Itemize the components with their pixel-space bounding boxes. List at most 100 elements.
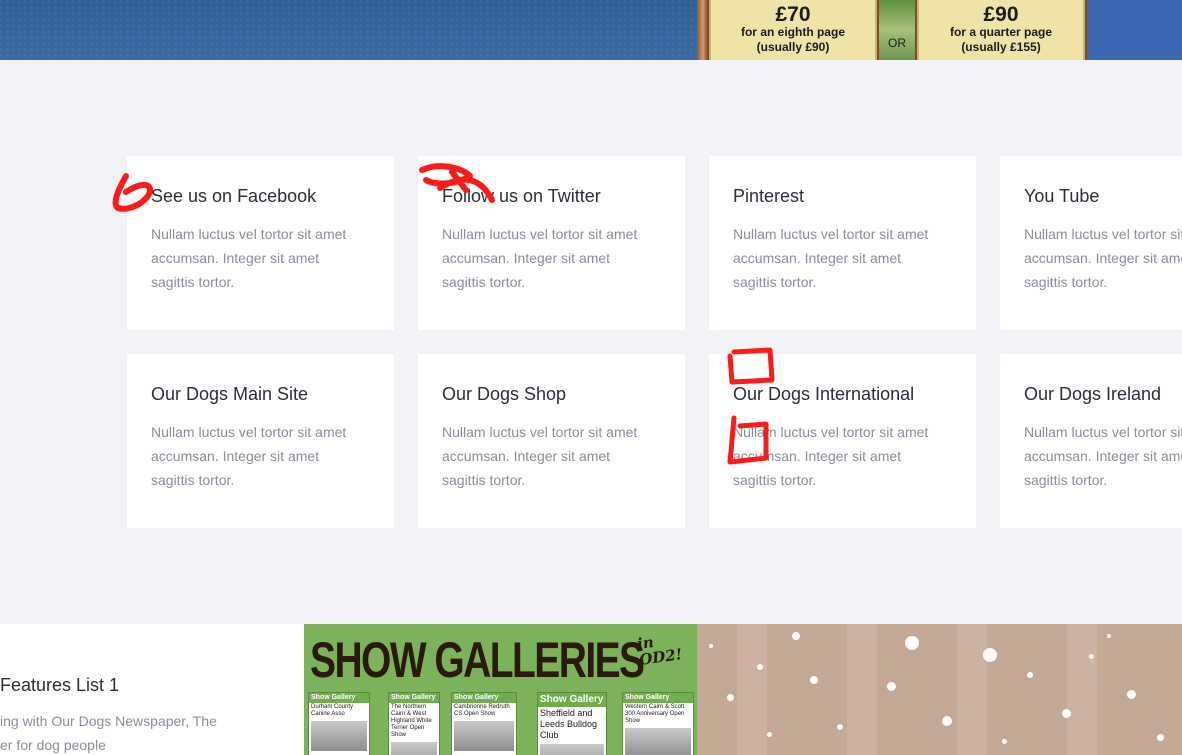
gallery-page-thumb: Show Gallery The Northern Cairn & West H… bbox=[388, 692, 440, 755]
card-title: See us on Facebook bbox=[151, 186, 317, 206]
card-text-line: accumsan. Integer sit amet bbox=[151, 448, 320, 464]
gallery-photo bbox=[311, 721, 367, 751]
gallery-photo bbox=[540, 744, 604, 755]
card-title: Our Dogs Main Site bbox=[151, 384, 309, 404]
offer-quarter-price: £90 bbox=[983, 3, 1019, 26]
card-text-line: Nullam luctus vel tortor sit amet bbox=[151, 424, 347, 440]
card-text-line: accumsan. Integer sit amet bbox=[442, 250, 611, 266]
show-galleries-promo[interactable]: SHOW GALLERIES in OD2! Show Gallery Durh… bbox=[304, 624, 697, 755]
snowflake bbox=[942, 716, 952, 726]
gallery-page-caption: Western Cairn & Scott 300 Anniversary Op… bbox=[625, 704, 685, 724]
card-title: Pinterest bbox=[733, 186, 805, 206]
advert-photo-edge bbox=[697, 0, 709, 60]
gallery-page-header: Show Gallery bbox=[538, 693, 606, 707]
card-description: Nullam luctus vel tortor sit amet accums… bbox=[442, 222, 662, 294]
snowflake bbox=[887, 682, 896, 691]
snowflake bbox=[727, 694, 734, 701]
card-text-line: accumsan. Integer sit amet bbox=[733, 448, 902, 464]
snow-pattern-image bbox=[697, 624, 1182, 755]
card-text-line: Nullam luctus vel tortor sit amet bbox=[151, 226, 347, 242]
features-text-line: er for dog people bbox=[0, 737, 106, 753]
snowflake bbox=[792, 632, 800, 640]
offer-eighth-page: £70 for an eighth page (usually £90) bbox=[709, 0, 877, 60]
card-description: Nullam luctus vel tortor sit amet accums… bbox=[733, 420, 953, 492]
card-description: Nullam luctus vel tortor sit amet accums… bbox=[151, 420, 371, 492]
gallery-page-header: Show Gallery bbox=[623, 693, 693, 703]
offer-quarter-desc: for a quarter page bbox=[949, 25, 1053, 39]
features-description: ing with Our Dogs Newspaper, The er for … bbox=[0, 709, 217, 755]
card-text-line: Nullam luctus vel tortor sit amet bbox=[733, 226, 929, 242]
card-text-line: accumsan. Integer sit amet bbox=[1024, 250, 1182, 266]
card-text-line: sagittis tortor. bbox=[151, 472, 235, 488]
card-title: Follow us on Twitter bbox=[442, 186, 601, 206]
gallery-photo bbox=[454, 721, 514, 751]
gallery-photo bbox=[391, 742, 437, 755]
offer-eighth-desc: for an eighth page bbox=[740, 25, 845, 39]
card-shop[interactable]: Our Dogs Shop Nullam luctus vel tortor s… bbox=[418, 354, 685, 528]
snowflake bbox=[1062, 709, 1071, 718]
offer-quarter-page: £90 for a quarter page (usually £155) bbox=[917, 0, 1085, 60]
card-description: Nullam luctus vel tortor sit amet accums… bbox=[1024, 222, 1182, 294]
snowflake bbox=[1107, 634, 1111, 638]
snowflake bbox=[757, 664, 763, 670]
card-title: Our Dogs International bbox=[733, 384, 915, 404]
wave-stripe bbox=[1067, 624, 1097, 755]
snowflake bbox=[1157, 734, 1164, 741]
snowflake bbox=[1027, 672, 1033, 678]
banner-right-block bbox=[1087, 0, 1182, 60]
card-description: Nullam luctus vel tortor sit amet accums… bbox=[442, 420, 662, 492]
gallery-photo bbox=[625, 728, 691, 755]
gallery-page-thumb: Show Gallery Sheffield and Leeds Bulldog… bbox=[537, 692, 607, 755]
advert-strip[interactable]: £70 for an eighth page (usually £90) OR … bbox=[697, 0, 1087, 60]
gallery-page-thumb: Show Gallery Cambrionne Redruth CS Open … bbox=[451, 692, 517, 755]
snowflake bbox=[767, 732, 772, 737]
or-separator: OR bbox=[879, 0, 915, 60]
features-title: Features List 1 bbox=[0, 675, 120, 695]
features-text-line: ing with Our Dogs Newspaper, The bbox=[0, 713, 217, 729]
snowflake bbox=[1002, 739, 1007, 744]
card-text-line: accumsan. Integer sit amet bbox=[442, 448, 611, 464]
offer-eighth-price: £70 bbox=[775, 3, 811, 26]
snowflake bbox=[1127, 690, 1136, 699]
offer-quarter-usual: (usually £155) bbox=[961, 40, 1041, 54]
gallery-page-thumb: Show Gallery Durham County Canine Asso bbox=[308, 692, 370, 755]
card-text-line: accumsan. Integer sit amet bbox=[1024, 448, 1182, 464]
features-panel: Features List 1 ing with Our Dogs Newspa… bbox=[0, 624, 304, 755]
gallery-page-caption: Durham County Canine Asso bbox=[311, 704, 354, 717]
card-ireland[interactable]: Our Dogs Ireland Nullam luctus vel torto… bbox=[1000, 354, 1182, 528]
card-main-site[interactable]: Our Dogs Main Site Nullam luctus vel tor… bbox=[127, 354, 394, 528]
card-pinterest[interactable]: Pinterest Nullam luctus vel tortor sit a… bbox=[709, 156, 976, 330]
card-text-line: sagittis tortor. bbox=[442, 472, 526, 488]
card-text-line: Nullam luctus vel tortor sit amet bbox=[442, 424, 638, 440]
card-text-line: Nullam luctus vel tortor sit amet bbox=[733, 424, 929, 440]
card-description: Nullam luctus vel tortor sit amet accums… bbox=[1024, 420, 1182, 492]
top-banner: £70 for an eighth page (usually £90) OR … bbox=[0, 0, 1182, 60]
or-label: OR bbox=[888, 36, 906, 50]
show-galleries-headline: SHOW GALLERIES bbox=[310, 632, 645, 688]
card-text-line: sagittis tortor. bbox=[733, 472, 817, 488]
banner-background bbox=[0, 0, 697, 60]
card-description: Nullam luctus vel tortor sit amet accums… bbox=[733, 222, 953, 294]
card-text-line: Nullam luctus vel tortor sit amet bbox=[442, 226, 638, 242]
card-text-line: sagittis tortor. bbox=[442, 274, 526, 290]
snowflake bbox=[810, 676, 818, 684]
gallery-page-header: Show Gallery bbox=[309, 693, 369, 703]
card-text-line: accumsan. Integer sit amet bbox=[733, 250, 902, 266]
card-description: Nullam luctus vel tortor sit amet accums… bbox=[151, 222, 371, 294]
card-international[interactable]: Our Dogs International Nullam luctus vel… bbox=[709, 354, 976, 528]
wave-stripe bbox=[957, 624, 987, 755]
gallery-page-header: Show Gallery bbox=[389, 693, 439, 703]
show-galleries-suffix: in OD2! bbox=[635, 632, 684, 669]
card-twitter[interactable]: Follow us on Twitter Nullam luctus vel t… bbox=[418, 156, 685, 330]
card-text-line: accumsan. Integer sit amet bbox=[151, 250, 320, 266]
snowflake bbox=[709, 644, 713, 648]
card-facebook[interactable]: See us on Facebook Nullam luctus vel tor… bbox=[127, 156, 394, 330]
card-youtube[interactable]: You Tube Nullam luctus vel tortor sit am… bbox=[1000, 156, 1182, 330]
gallery-page-header: Show Gallery bbox=[452, 693, 516, 703]
snowflake bbox=[837, 724, 843, 730]
card-text-line: sagittis tortor. bbox=[151, 274, 235, 290]
card-title: Our Dogs Ireland bbox=[1024, 384, 1162, 404]
snowflake bbox=[1089, 654, 1094, 659]
wave-stripe bbox=[847, 624, 877, 755]
card-text-line: sagittis tortor. bbox=[1024, 472, 1108, 488]
